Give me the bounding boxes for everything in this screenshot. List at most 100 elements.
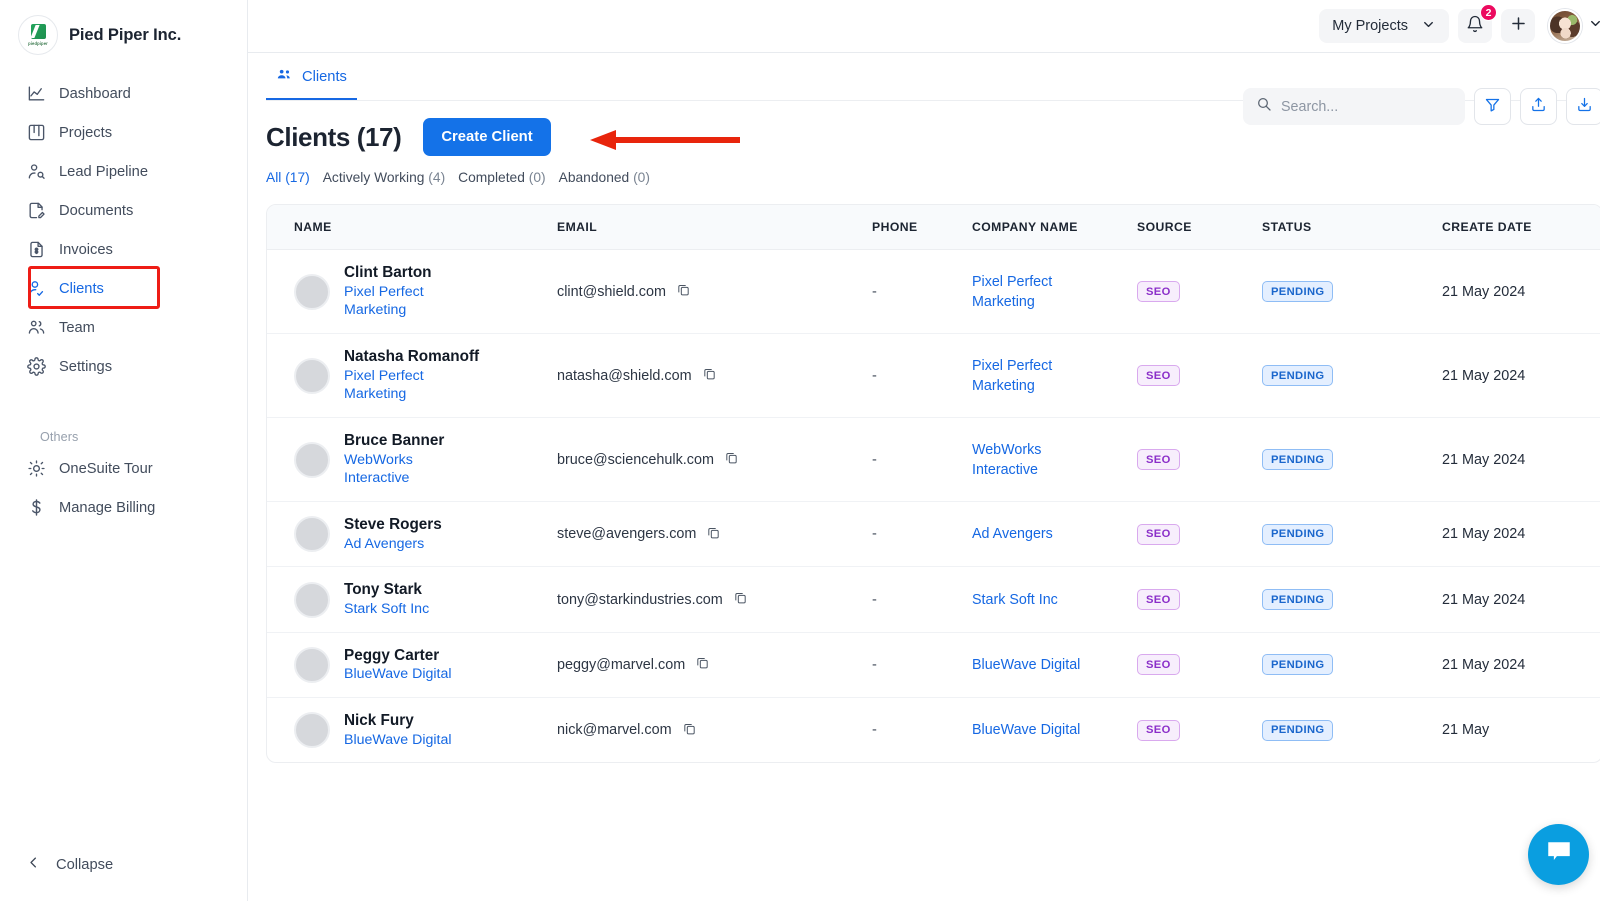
company-link[interactable]: Pixel Perfect Marketing bbox=[972, 356, 1092, 396]
copy-icon[interactable] bbox=[676, 282, 691, 301]
table-header: NAME EMAIL PHONE COMPANY NAME SOURCE STA… bbox=[267, 205, 1600, 250]
user-check-icon bbox=[26, 279, 46, 299]
download-button[interactable] bbox=[1566, 88, 1600, 125]
create-date: 21 May 2024 bbox=[1442, 451, 1526, 468]
client-company-link[interactable]: WebWorks Interactive bbox=[344, 451, 474, 488]
table-row[interactable]: Tony Stark Stark Soft Inc tony@starkindust… bbox=[267, 566, 1600, 633]
sidebar-item-documents[interactable]: Documents bbox=[14, 193, 233, 228]
avatar bbox=[1548, 9, 1582, 43]
sidebar-item-invoices[interactable]: Invoices bbox=[14, 232, 233, 267]
client-company-link[interactable]: Stark Soft Inc bbox=[344, 600, 429, 619]
company-link[interactable]: BlueWave Digital bbox=[972, 720, 1080, 740]
client-name: Clint Barton bbox=[344, 264, 432, 281]
filter-completed[interactable]: Completed (0) bbox=[458, 170, 545, 185]
sidebar-others-label: Others bbox=[40, 430, 79, 444]
sidebar-item-label: OneSuite Tour bbox=[59, 460, 153, 477]
search-and-tools bbox=[1243, 88, 1600, 125]
copy-icon[interactable] bbox=[702, 366, 717, 385]
cell-source: SEO bbox=[1137, 501, 1262, 568]
company-link[interactable]: BlueWave Digital bbox=[972, 655, 1080, 675]
client-company-link[interactable]: BlueWave Digital bbox=[344, 665, 452, 684]
copy-icon[interactable] bbox=[733, 590, 748, 609]
cell-source: SEO bbox=[1137, 333, 1262, 419]
chart-line-icon bbox=[26, 84, 46, 104]
table-row[interactable]: Clint Barton Pixel Perfect Marketing clint… bbox=[267, 249, 1600, 335]
brand-name: Pied Piper Inc. bbox=[69, 25, 182, 44]
copy-icon[interactable] bbox=[682, 721, 697, 740]
company-link[interactable]: WebWorks Interactive bbox=[972, 440, 1092, 480]
sidebar-item-projects[interactable]: Projects bbox=[14, 115, 233, 150]
filter-abandoned[interactable]: Abandoned (0) bbox=[559, 170, 650, 185]
client-name: Nick Fury bbox=[344, 712, 414, 730]
cell-status: PENDING bbox=[1262, 249, 1442, 335]
sidebar-item-label: Dashboard bbox=[59, 85, 131, 102]
client-company-link[interactable]: BlueWave Digital bbox=[344, 731, 452, 750]
copy-icon[interactable] bbox=[724, 450, 739, 469]
avatar bbox=[294, 516, 330, 553]
client-company-link[interactable]: Pixel Perfect Marketing bbox=[344, 283, 474, 320]
table-row[interactable]: Steve Rogers Ad Avengers steve@avengers.co… bbox=[267, 501, 1600, 568]
chat-support-button[interactable] bbox=[1528, 824, 1589, 885]
column-header-phone: PHONE bbox=[872, 205, 972, 250]
client-company-link[interactable]: Pixel Perfect Marketing bbox=[344, 367, 474, 404]
table-row[interactable]: Peggy Carter BlueWave Digital peggy@marvel… bbox=[267, 632, 1600, 699]
brand: piedpiper Pied Piper Inc. bbox=[0, 0, 247, 56]
client-phone: - bbox=[872, 656, 877, 673]
sidebar-item-label: Projects bbox=[59, 124, 113, 141]
sidebar-item-settings[interactable]: Settings bbox=[14, 349, 233, 384]
client-phone: - bbox=[872, 367, 877, 384]
table-row[interactable]: Bruce Banner WebWorks Interactive bruce@sc… bbox=[267, 417, 1600, 503]
sidebar-item-lead-pipeline[interactable]: Lead Pipeline bbox=[14, 154, 233, 189]
upload-icon bbox=[1530, 96, 1547, 118]
create-client-button[interactable]: Create Client bbox=[423, 118, 551, 156]
collapse-sidebar-button[interactable]: Collapse bbox=[26, 855, 113, 874]
company-link[interactable]: Ad Avengers bbox=[972, 524, 1053, 544]
main-area: My Projects 2 Clients Clients (17) Creat… bbox=[248, 0, 1600, 901]
status-badge: PENDING bbox=[1262, 589, 1334, 611]
search-input[interactable] bbox=[1281, 98, 1452, 115]
client-email: clint@shield.com bbox=[557, 283, 666, 300]
copy-icon[interactable] bbox=[695, 655, 710, 674]
filter-actively-working[interactable]: Actively Working (4) bbox=[323, 170, 445, 185]
upload-button[interactable] bbox=[1520, 88, 1557, 125]
add-button[interactable] bbox=[1501, 9, 1535, 43]
document-edit-icon bbox=[26, 201, 46, 221]
table-row[interactable]: Natasha Romanoff Pixel Perfect Marketing n… bbox=[267, 333, 1600, 419]
search-box[interactable] bbox=[1243, 88, 1465, 125]
filter-all[interactable]: All (17) bbox=[266, 170, 310, 185]
company-link[interactable]: Pixel Perfect Marketing bbox=[972, 272, 1092, 312]
sidebar-item-onesuite-tour[interactable]: OneSuite Tour bbox=[14, 451, 233, 486]
project-selector[interactable]: My Projects bbox=[1319, 9, 1449, 43]
sidebar-item-dashboard[interactable]: Dashboard bbox=[14, 76, 233, 111]
user-search-icon bbox=[26, 162, 46, 182]
sidebar-item-clients[interactable]: Clients bbox=[14, 271, 233, 306]
client-company-link[interactable]: Ad Avengers bbox=[344, 535, 442, 554]
project-selector-label: My Projects bbox=[1332, 18, 1408, 34]
table-header-row: NAME EMAIL PHONE COMPANY NAME SOURCE STA… bbox=[267, 205, 1600, 250]
source-badge: SEO bbox=[1137, 719, 1180, 741]
column-header-status: STATUS bbox=[1262, 205, 1442, 250]
cell-email: steve@avengers.com bbox=[557, 501, 872, 568]
cell-create-date: 21 May 2024 bbox=[1442, 417, 1600, 503]
user-menu[interactable] bbox=[1548, 9, 1600, 43]
filter-button[interactable] bbox=[1474, 88, 1511, 125]
source-badge: SEO bbox=[1137, 449, 1180, 471]
filter-count: (0) bbox=[633, 170, 650, 185]
company-link[interactable]: Stark Soft Inc bbox=[972, 590, 1058, 610]
status-badge: PENDING bbox=[1262, 281, 1334, 303]
tab-clients[interactable]: Clients bbox=[266, 53, 357, 100]
funnel-filter-icon bbox=[1484, 96, 1501, 118]
client-email: nick@marvel.com bbox=[557, 722, 672, 739]
table-row[interactable]: Nick Fury BlueWave Digital nick@marvel.com… bbox=[267, 698, 1600, 763]
sidebar-item-manage-billing[interactable]: Manage Billing bbox=[14, 490, 233, 525]
download-icon bbox=[1576, 96, 1593, 118]
chevron-down-icon bbox=[1588, 16, 1600, 36]
sidebar-item-label: Manage Billing bbox=[59, 499, 156, 516]
avatar bbox=[294, 273, 330, 310]
sidebar-item-team[interactable]: Team bbox=[14, 310, 233, 345]
sidebar-item-label: Lead Pipeline bbox=[59, 163, 149, 180]
copy-icon[interactable] bbox=[706, 525, 721, 544]
chat-bubble-icon bbox=[1544, 837, 1574, 872]
clients-table-container: NAME EMAIL PHONE COMPANY NAME SOURCE STA… bbox=[266, 204, 1600, 764]
notifications-button[interactable]: 2 bbox=[1458, 4, 1497, 43]
